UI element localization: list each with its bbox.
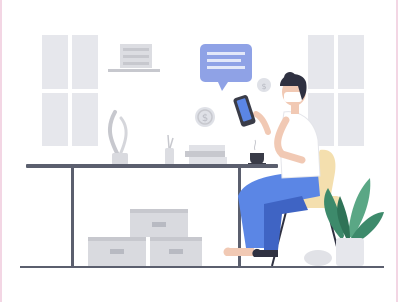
plant-icon [107, 110, 128, 165]
vase [165, 134, 174, 165]
svg-text:$: $ [261, 82, 266, 91]
cup [248, 139, 266, 165]
storage-boxes [88, 209, 202, 266]
illustration-scene: $ $ [0, 0, 398, 302]
books [185, 145, 227, 164]
left-window [42, 35, 98, 146]
dollar-coin-icon: $ [257, 78, 271, 92]
plant-icon [324, 178, 384, 266]
illustration-svg: $ $ [20, 35, 384, 268]
right-window [308, 35, 364, 146]
smartphone-icon [233, 95, 256, 127]
svg-text:$: $ [202, 113, 208, 124]
dollar-coin-icon: $ [195, 107, 215, 127]
speech-bubble-icon [200, 44, 252, 91]
floor-line [20, 266, 384, 268]
floor-rock [304, 250, 332, 266]
wall-shelf [108, 44, 160, 72]
